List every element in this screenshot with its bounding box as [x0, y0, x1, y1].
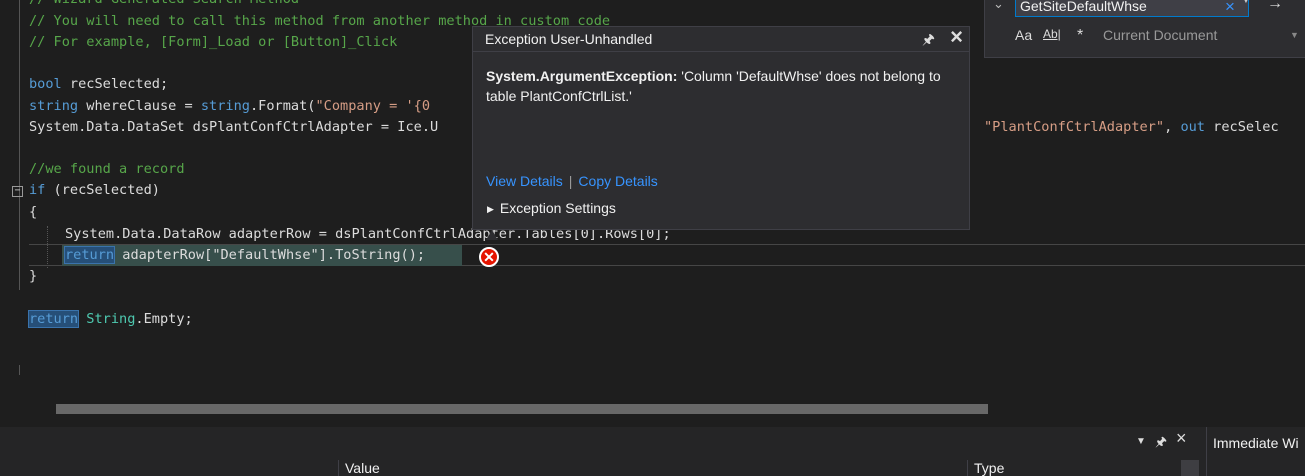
view-details-link[interactable]: View Details: [486, 173, 563, 189]
code-line: if (recSelected): [29, 182, 160, 198]
chevron-down-icon[interactable]: ⌄: [993, 0, 1004, 12]
error-icon: ✕: [479, 247, 499, 267]
code-line: System.Data.DataSet dsPlantConfCtrlAdapt…: [29, 119, 439, 135]
regex-toggle[interactable]: *: [1077, 27, 1083, 45]
value-column-header[interactable]: Value: [338, 460, 970, 476]
exception-type: System.ArgumentException:: [486, 68, 678, 84]
horizontal-scrollbar[interactable]: [0, 397, 1305, 427]
exception-settings-toggle[interactable]: ▶ Exception Settings: [487, 200, 616, 216]
bottom-panel: ▼ 🖈 × Value Type Immediate Wi: [0, 427, 1305, 476]
link-separator: |: [568, 173, 573, 189]
match-whole-word-toggle[interactable]: Ab|: [1043, 27, 1061, 41]
exception-settings-label: Exception Settings: [499, 200, 616, 216]
gutter-line: [19, 365, 20, 375]
exception-links: View Details | Copy Details: [486, 173, 658, 189]
pin-icon[interactable]: 🖈: [1155, 433, 1167, 455]
exception-popup: Exception User-Unhandled 🖈 × System.Argu…: [472, 25, 970, 230]
scrollbar-thumb[interactable]: [56, 404, 988, 414]
code-line: string whereClause = string.Format("Comp…: [29, 98, 431, 114]
expand-triangle-icon: ▶: [487, 204, 494, 214]
code-line: // For example, [Form]_Load or [Button]_…: [29, 34, 398, 50]
code-editor[interactable]: − // Wizard Generated Search Method // Y…: [0, 0, 1305, 397]
exception-popup-title: Exception User-Unhandled: [485, 31, 653, 47]
pane-options-icon[interactable]: ▼: [1136, 436, 1146, 447]
copy-details-link[interactable]: Copy Details: [578, 173, 657, 189]
find-bar: ⌄ GetSiteDefaultWhse × ▼ → Aa Ab| * Curr…: [984, 0, 1305, 58]
code-line: // Wizard Generated Search Method: [29, 0, 299, 10]
dropdown-arrow-icon[interactable]: ▼: [1241, 0, 1251, 6]
code-line-current: return adapterRow["DefaultWhse"].ToStrin…: [63, 246, 426, 264]
gutter-line: [19, 0, 20, 200]
popup-pointer: [486, 230, 498, 240]
code-line: //we found a record: [29, 161, 185, 177]
clear-search-icon[interactable]: ×: [1225, 0, 1235, 17]
code-line-tail: "PlantConfCtrlAdapter", out recSelec: [984, 119, 1279, 135]
scope-dropdown-icon[interactable]: ▼: [1290, 30, 1299, 40]
fold-toggle-icon[interactable]: −: [12, 186, 23, 197]
close-icon[interactable]: ×: [1176, 428, 1187, 449]
exception-message: System.ArgumentException: 'Column 'Defau…: [486, 66, 961, 106]
tab-immediate-window[interactable]: Immediate Wi: [1206, 427, 1305, 476]
search-scope-select[interactable]: Current Document: [1103, 27, 1217, 43]
code-line: bool recSelected;: [29, 76, 169, 92]
code-line: {: [29, 204, 38, 220]
find-next-arrow-icon[interactable]: →: [1267, 0, 1283, 13]
code-line: return String.Empty;: [27, 310, 193, 328]
exception-popup-header: Exception User-Unhandled 🖈 ×: [473, 25, 969, 52]
pin-icon[interactable]: 🖈: [922, 27, 935, 51]
close-icon[interactable]: ×: [950, 25, 963, 49]
code-line: }: [29, 268, 38, 284]
type-column-header[interactable]: Type: [967, 460, 1181, 476]
search-input[interactable]: GetSiteDefaultWhse: [1015, 0, 1249, 17]
match-case-toggle[interactable]: Aa: [1015, 27, 1032, 43]
vertical-scrollbar[interactable]: [1181, 460, 1199, 476]
gutter-line: [19, 200, 20, 290]
